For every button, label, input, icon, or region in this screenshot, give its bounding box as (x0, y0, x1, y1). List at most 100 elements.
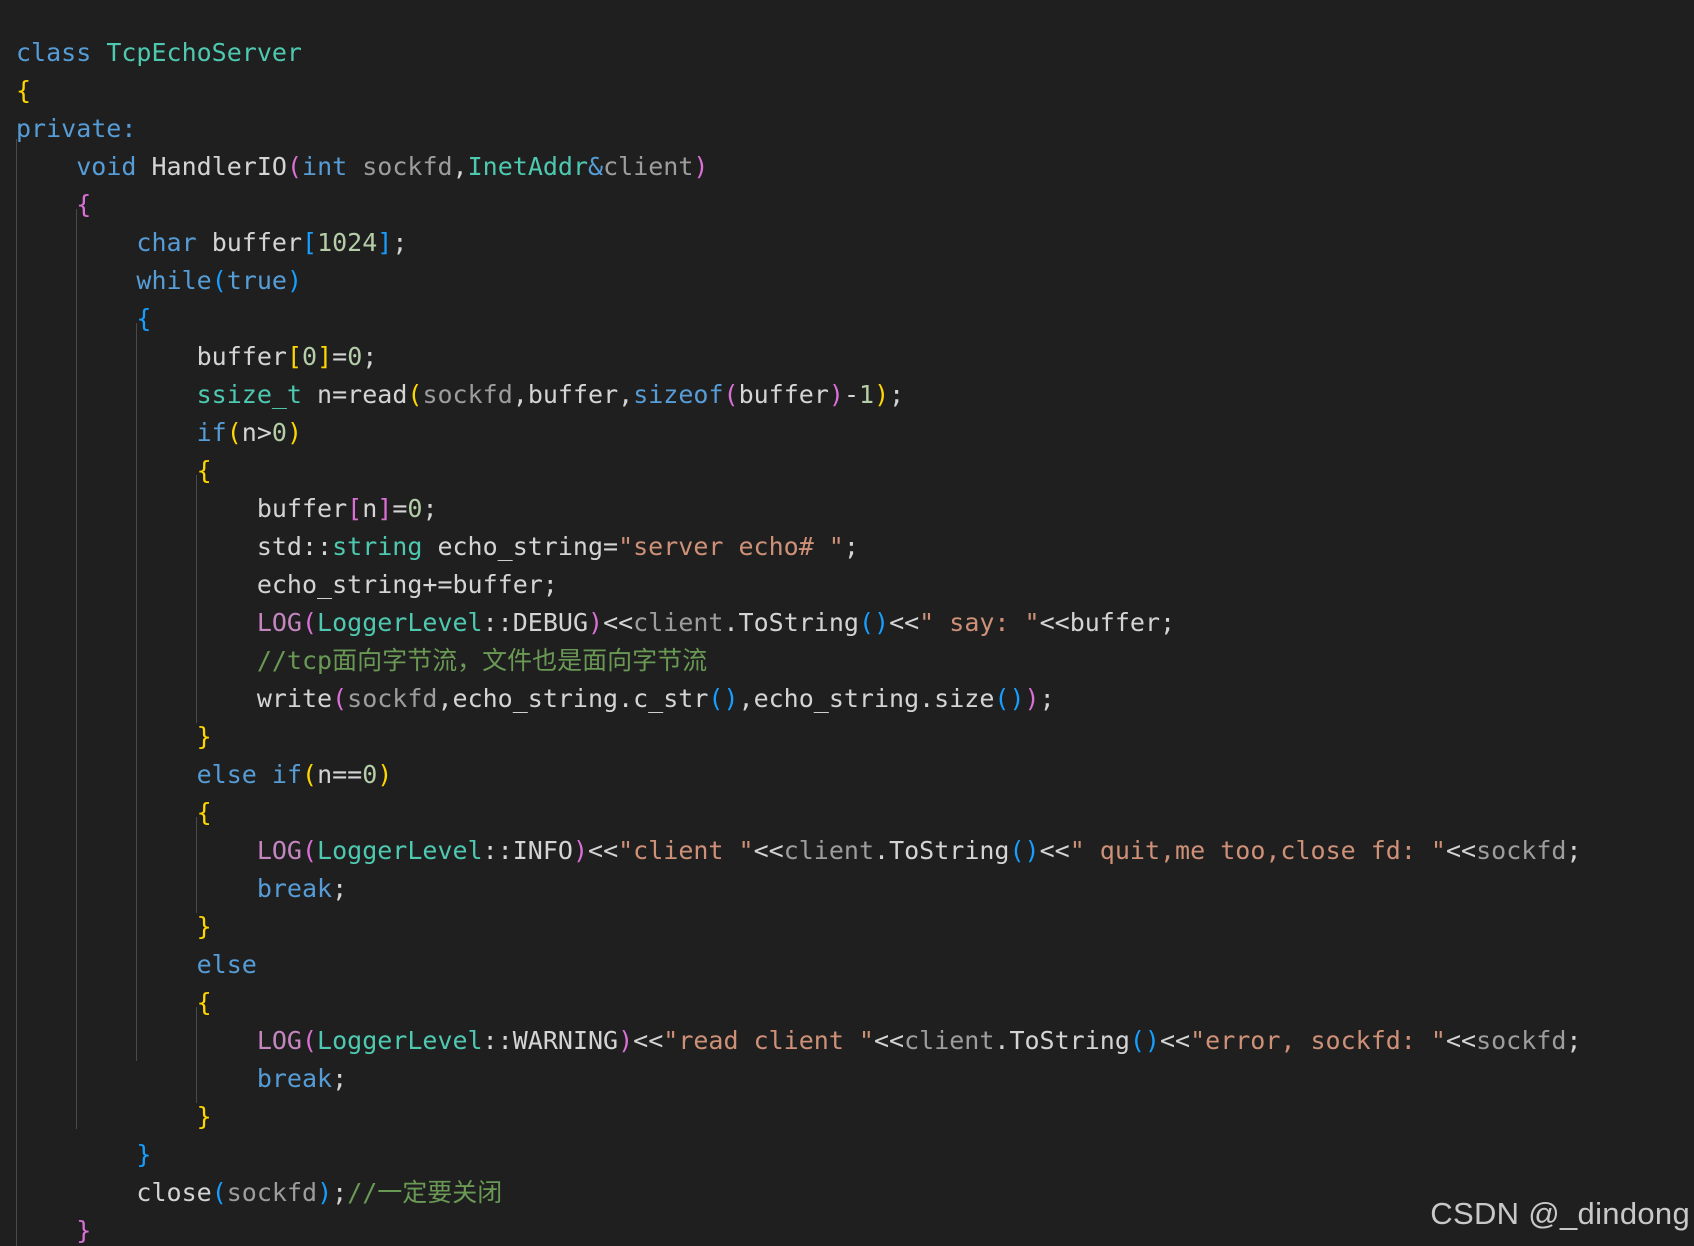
code-block[interactable]: class TcpEchoServer {private: void Handle… (16, 34, 1581, 1246)
code-token-bracket_gold: ( (226, 418, 242, 447)
code-token-number: 0 (302, 342, 318, 371)
code-token-macro: LOG (256, 836, 302, 865)
code-token-string: "error, sockfd: " (1190, 1026, 1446, 1055)
code-token-macro: LOG (256, 1026, 302, 1055)
code-token-number: 1 (859, 380, 875, 409)
code-token-text: HandlerIO (151, 152, 287, 181)
code-token-text: :: (482, 836, 513, 865)
code-token-number: 0 (271, 418, 287, 447)
code-token-parameter: sockfd (362, 152, 453, 181)
code-token-text: ,buffer, (512, 380, 634, 409)
code-line: } (16, 1212, 1581, 1246)
code-editor[interactable]: class TcpEchoServer {private: void Handle… (0, 0, 1694, 1246)
code-token-text: ,echo_string.c_str (437, 684, 709, 713)
code-token-parameter: sockfd (1476, 836, 1567, 865)
code-line: { (16, 452, 1581, 490)
code-token-string: " say: " (919, 608, 1040, 637)
code-line: } (16, 718, 1581, 756)
code-line: } (16, 1136, 1581, 1174)
code-token-bracket_pink: [ (347, 494, 363, 523)
code-token-text: n (317, 380, 333, 409)
code-token-text: = (392, 494, 408, 523)
code-line: buffer[n]=0; (16, 490, 1581, 528)
code-token-keyword: & (588, 152, 604, 181)
code-token-bracket_pink: ) (693, 152, 709, 181)
code-token-text: << (1445, 1026, 1477, 1055)
code-token-bracket_gold: ( (407, 380, 423, 409)
code-line: char buffer[1024]; (16, 224, 1581, 262)
code-token-text: n (362, 494, 378, 523)
code-token-bracket_blue: () (1129, 1026, 1160, 1055)
code-token-bracket_gold: ) (874, 380, 890, 409)
code-token-text: echo_string= (437, 532, 619, 561)
code-token-text: read (347, 380, 408, 409)
watermark: CSDN @_dindong (1430, 1196, 1690, 1231)
code-line: ssize_t n=read(sockfd,buffer,sizeof(buff… (16, 376, 1581, 414)
code-token-bracket_gold: ) (377, 760, 393, 789)
code-token-text: ; (1039, 684, 1055, 713)
code-line: } (16, 908, 1581, 946)
code-token-text: :: (482, 1026, 513, 1055)
code-token-bracket_gold: { (196, 456, 212, 485)
code-token-text: , (452, 152, 468, 181)
code-token-bracket_gold: ( (302, 760, 318, 789)
code-token-text: :: (482, 608, 513, 637)
code-token-bracket_gold: { (196, 798, 212, 827)
code-token-keyword: else (196, 950, 257, 979)
code-line: LOG(LoggerLevel::DEBUG)<<client.ToString… (16, 604, 1581, 642)
code-token-bracket_blue: ) (286, 266, 303, 295)
code-line: else if(n==0) (16, 756, 1581, 794)
code-token-text: DEBUG (512, 608, 588, 637)
code-token-type: TcpEchoServer (106, 38, 302, 67)
code-token-string: " quit,me too,close fd: " (1069, 836, 1446, 865)
code-token-text: .ToString (994, 1026, 1130, 1055)
code-token-bracket_pink: ) (828, 380, 844, 409)
code-line: { (16, 300, 1581, 338)
code-token-keyword: break (256, 1064, 333, 1093)
code-token-text: ; (332, 874, 348, 903)
code-token-number: 0 (407, 494, 423, 523)
code-line: break; (16, 870, 1581, 908)
code-token-text: :: (301, 532, 333, 561)
code-token-string: "client " (618, 836, 754, 865)
code-token-bracket_blue: () (708, 684, 739, 713)
code-token-text: ; (422, 494, 438, 523)
code-token-number: 1024 (317, 228, 378, 257)
code-token-text: = (332, 380, 348, 409)
code-token-text: .ToString (874, 836, 1010, 865)
code-token-text: buffer (211, 228, 302, 257)
code-token-text: = (332, 342, 348, 371)
code-line: break; (16, 1060, 1581, 1098)
code-line: } (16, 1098, 1581, 1136)
code-line: close(sockfd);//一定要关闭 (16, 1174, 1581, 1212)
code-token-bracket_pink: ( (301, 836, 318, 865)
code-token-keyword: void (76, 152, 152, 181)
code-token-text: << (753, 836, 784, 865)
code-token-parameter: sockfd (347, 684, 438, 713)
code-token-parameter: client (904, 1026, 995, 1055)
code-token-parameter: client (603, 152, 694, 181)
code-token-keyword: char (136, 228, 212, 257)
code-token-string: "server echo# " (618, 532, 844, 561)
code-token-parameter: client (633, 608, 724, 637)
code-token-text: n== (317, 760, 363, 789)
